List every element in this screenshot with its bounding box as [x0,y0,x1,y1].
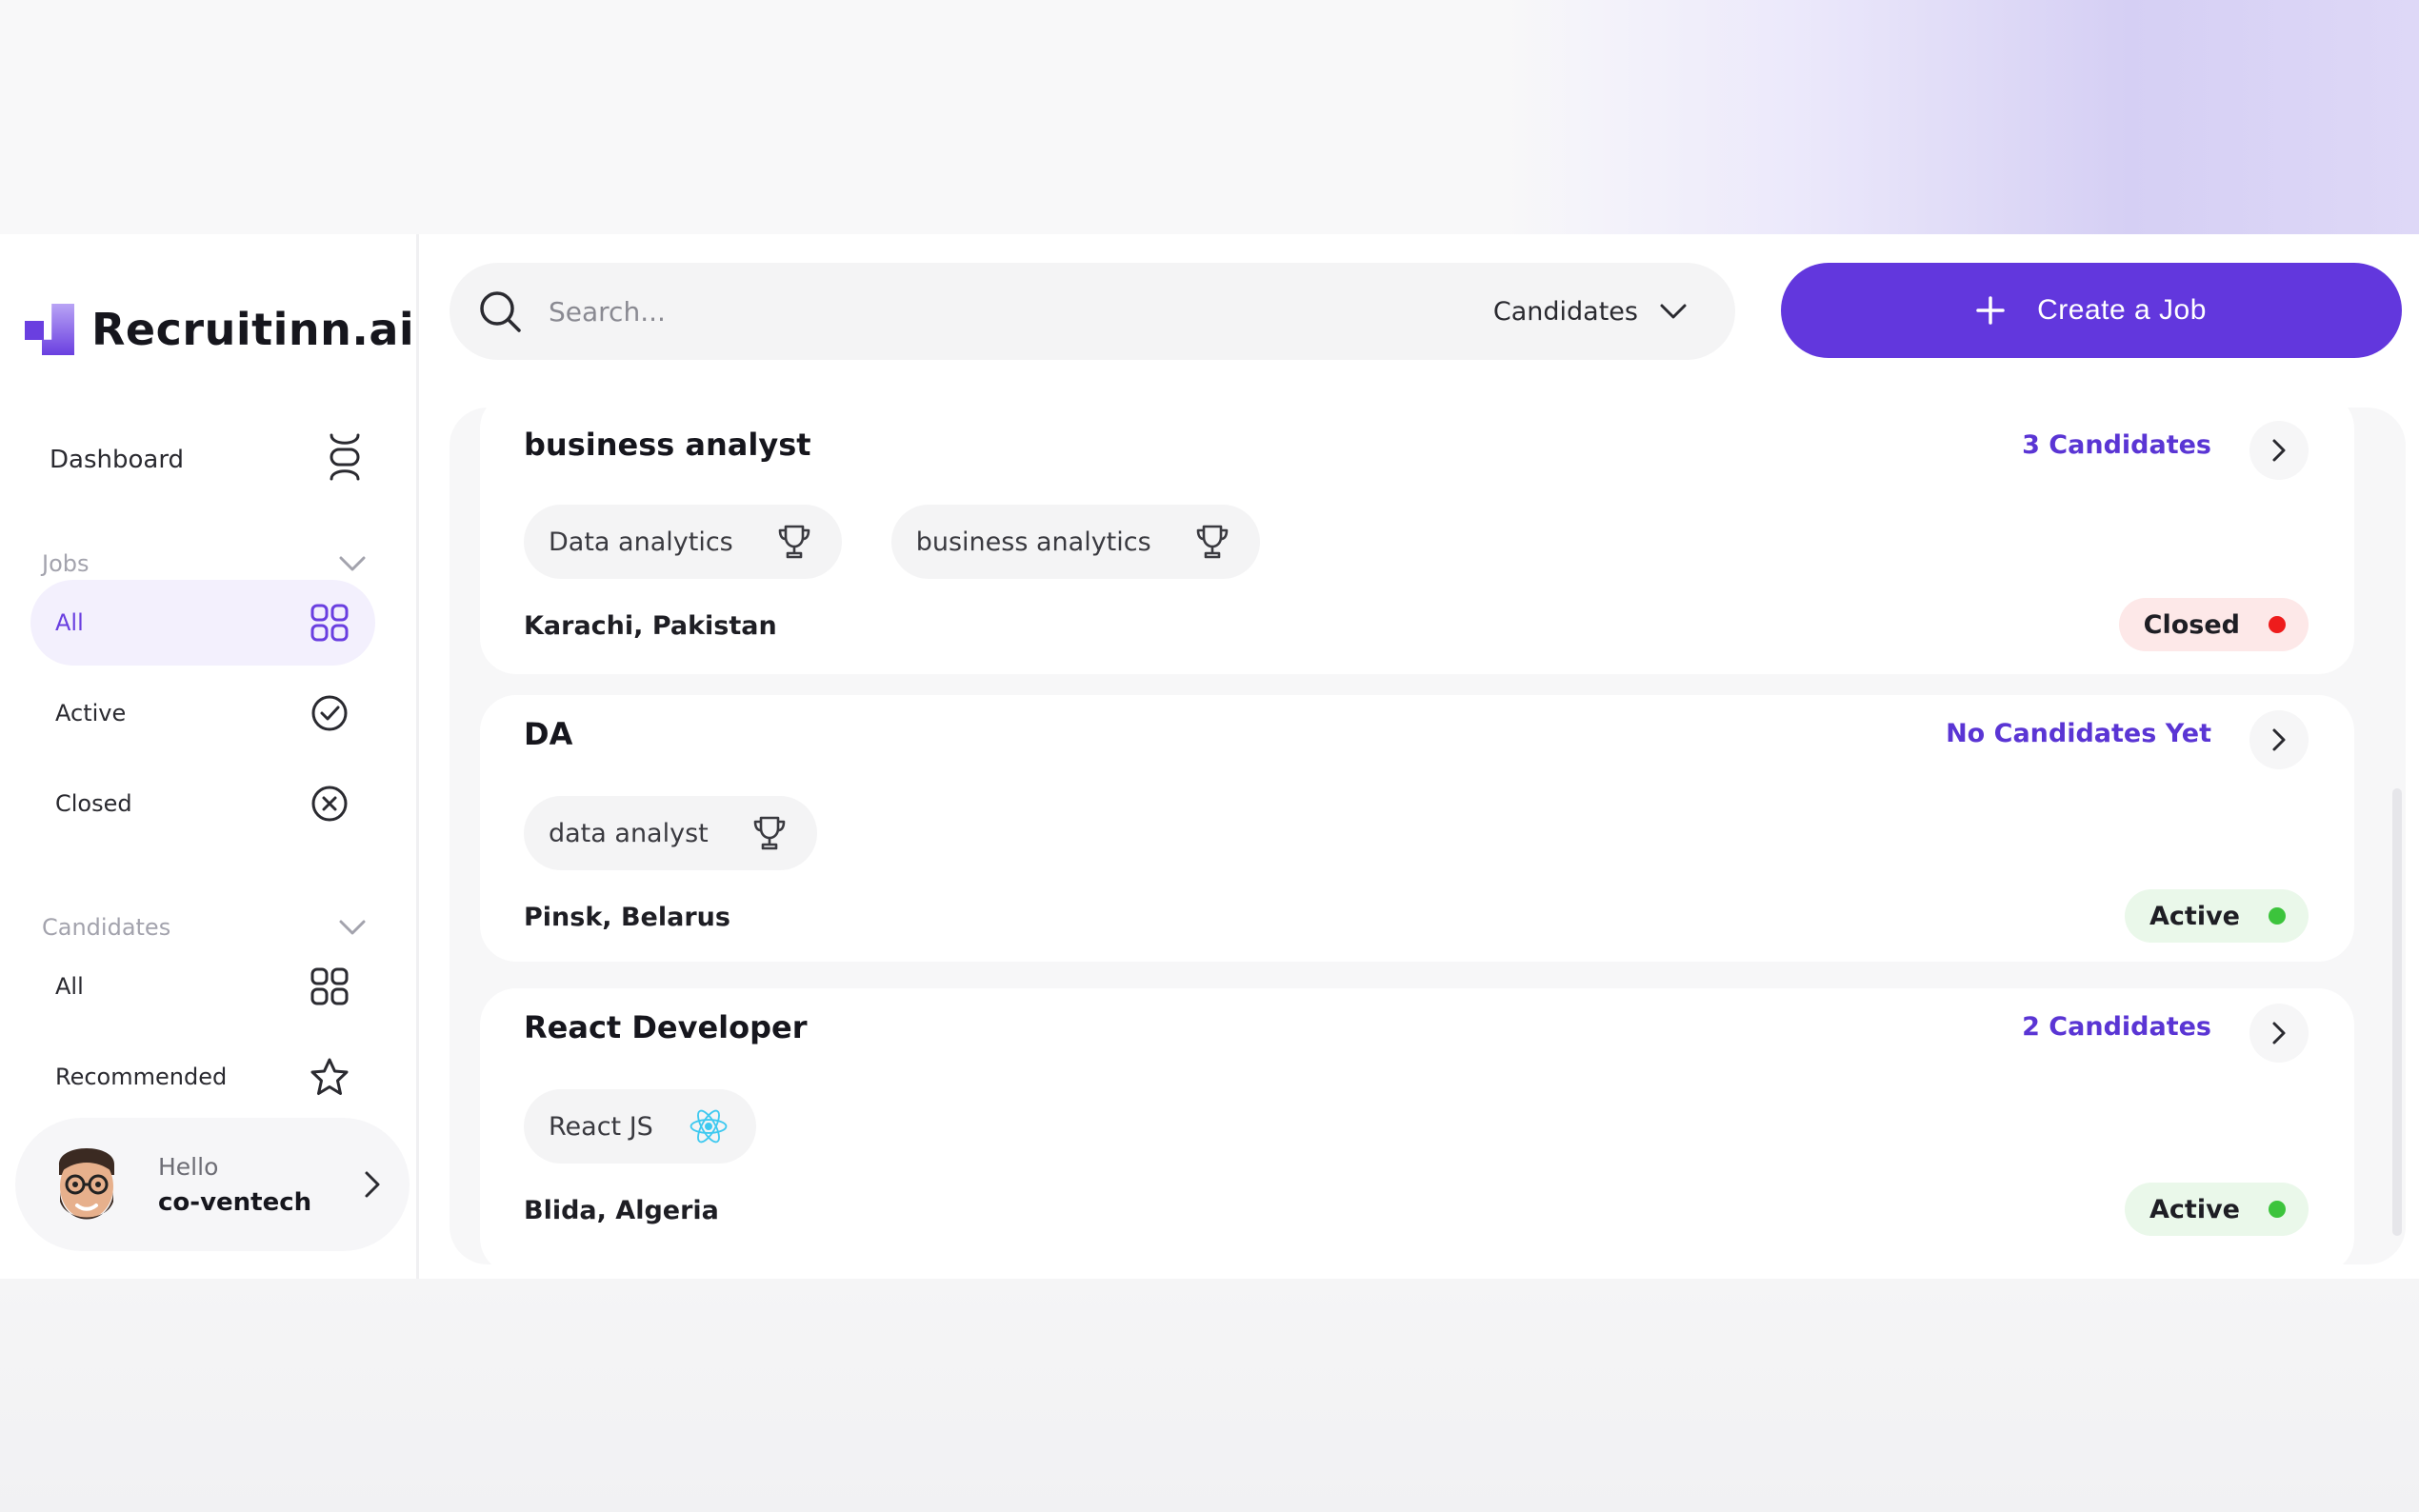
chevron-down-icon [339,556,366,571]
skill-tags: data analyst [524,796,817,870]
sidebar-item-label: All [55,609,84,636]
trophy-icon [1193,523,1231,561]
grid-icon [309,965,350,1007]
search-icon[interactable] [472,284,528,339]
chevron-right-icon [2272,439,2286,462]
skill-tags: Data analytics business analytics [524,505,1260,579]
open-job-button[interactable] [2249,710,2309,769]
skill-tag: Data analytics [524,505,842,579]
sidebar: Recruitinn.ai Dashboard Jobs All Active … [0,234,419,1279]
skill-name: data analyst [549,818,709,848]
skill-tags: React JS [524,1089,756,1164]
status-label: Closed [2143,609,2240,640]
job-title: business analyst [524,427,811,463]
search-filter-label: Candidates [1492,296,1638,327]
sidebar-item-jobs-active[interactable]: Active [30,670,375,756]
sidebar-item-label: Closed [55,790,132,817]
jobs-section-label: Jobs [42,550,90,577]
chevron-right-icon [2272,728,2286,751]
job-location: Blida, Algeria [524,1196,719,1225]
brand-logo[interactable]: Recruitinn.ai [25,303,414,356]
scrollbar[interactable] [2392,788,2402,1236]
sidebar-item-candidates-recommended[interactable]: Recommended [30,1034,375,1120]
sidebar-item-label: All [55,973,84,1000]
dashboard-icon [326,432,364,488]
job-candidates-link[interactable]: No Candidates Yet [1946,719,2211,748]
react-icon [690,1107,728,1145]
status-label: Active [2149,901,2240,931]
skill-tag: business analytics [890,505,1260,579]
status-badge: Active [2125,889,2309,943]
skill-name: business analytics [915,527,1151,557]
status-dot [2269,1201,2286,1218]
chevron-down-icon [1659,295,1691,328]
job-card[interactable]: DA No Candidates Yet data analyst Pinsk,… [480,695,2354,962]
sidebar-item-jobs-closed[interactable]: Closed [30,761,375,846]
brand-name: Recruitinn.ai [91,304,415,355]
chevron-right-icon [2272,1022,2286,1044]
sidebar-item-candidates-all[interactable]: All [30,944,375,1029]
skill-tag: React JS [524,1089,756,1164]
user-name: co-ventech [158,1187,312,1217]
star-icon [309,1056,350,1098]
sidebar-item-label: Active [55,700,127,726]
status-dot [2269,616,2286,633]
sidebar-item-label: Recommended [55,1064,228,1090]
open-job-button[interactable] [2249,1004,2309,1063]
sidebar-item-dashboard[interactable]: Dashboard [50,422,364,498]
status-label: Active [2149,1194,2240,1224]
chevron-right-icon [365,1171,380,1198]
x-circle-icon [309,783,350,825]
open-job-button[interactable] [2249,421,2309,480]
status-badge: Active [2125,1183,2309,1236]
user-greeting: Hello [158,1152,219,1181]
candidates-section-header[interactable]: Candidates [42,908,366,946]
search-bar: Candidates [450,263,1735,360]
job-title: React Developer [524,1009,808,1045]
job-candidates-link[interactable]: 3 Candidates [2022,430,2211,460]
skill-name: Data analytics [549,527,733,557]
sidebar-item-label: Dashboard [50,446,185,474]
job-location: Pinsk, Belarus [524,903,730,932]
logo-mark-icon [25,304,76,355]
job-location: Karachi, Pakistan [524,611,777,641]
skill-name: React JS [549,1111,653,1142]
status-dot [2269,907,2286,925]
job-candidates-link[interactable]: 2 Candidates [2022,1012,2211,1042]
skill-tag: data analyst [524,796,817,870]
status-badge: Closed [2118,598,2309,651]
avatar [50,1137,124,1232]
page-background-top [0,0,2419,234]
create-job-label: Create a Job [2037,294,2207,326]
job-list: business analyst 3 Candidates Data analy… [450,408,2406,1264]
plus-icon [1976,293,2010,328]
jobs-section-header[interactable]: Jobs [42,545,366,583]
trophy-icon [775,523,813,561]
check-circle-icon [309,692,350,734]
page-background-bottom [0,1279,2419,1512]
app-window: Recruitinn.ai Dashboard Jobs All Active … [0,234,2419,1279]
grid-icon [309,602,350,644]
sidebar-item-jobs-all[interactable]: All [30,580,375,666]
candidates-section-label: Candidates [42,914,171,941]
job-card[interactable]: React Developer 2 Candidates React JS Bl… [480,988,2354,1264]
user-profile-card[interactable]: Hello co-ventech [15,1118,410,1251]
search-input[interactable] [549,295,1493,328]
job-title: DA [524,716,573,752]
chevron-down-icon [339,920,366,935]
trophy-icon [750,814,789,852]
job-card[interactable]: business analyst 3 Candidates Data analy… [480,408,2354,674]
create-job-button[interactable]: Create a Job [1781,263,2402,358]
search-filter-dropdown[interactable]: Candidates [1493,295,1691,328]
